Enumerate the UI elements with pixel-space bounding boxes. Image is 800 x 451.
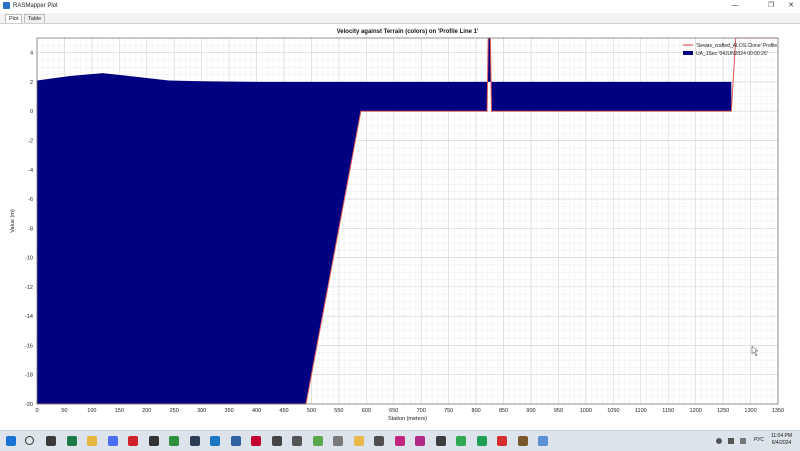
- y-axis-label: Value (m): [10, 209, 16, 233]
- chart[interactable]: 0 50 100 150 200 250 300 350 400 450 500 550 600 650 7…: [0, 24, 800, 428]
- x-tick-label: 500: [307, 408, 316, 414]
- x-tick-label: 400: [252, 408, 261, 414]
- ras-mapper-icon[interactable]: [538, 436, 548, 446]
- terminal-icon[interactable]: [189, 436, 200, 446]
- maximize-button[interactable]: ❐: [760, 0, 782, 12]
- folder-icon[interactable]: [353, 436, 364, 446]
- language-indicator[interactable]: РУС: [754, 437, 764, 443]
- bluestacks-icon[interactable]: [230, 436, 241, 446]
- windows-start-icon[interactable]: [6, 436, 16, 446]
- y-tick-label: -16: [25, 343, 33, 349]
- window-titlebar: RASMapper Plot — ❐ ✕: [0, 0, 800, 12]
- x-tick-label: 1250: [717, 408, 729, 414]
- x-tick-label: 1350: [772, 408, 784, 414]
- x-tick-label: 1050: [607, 408, 619, 414]
- app-icon: [3, 2, 10, 9]
- x-tick-label: 850: [499, 408, 508, 414]
- opera-browser-icon[interactable]: [128, 436, 138, 446]
- close-button[interactable]: ✕: [780, 0, 800, 12]
- x-axis-label: Station (meters): [388, 416, 427, 422]
- clock-time: 11:04 PM: [770, 433, 792, 439]
- notepad-icon[interactable]: [333, 436, 343, 446]
- y-tick-label: -18: [25, 373, 33, 379]
- chart-title: Velocity against Terrain (colors) on 'Pr…: [337, 29, 479, 35]
- media-app-icon[interactable]: [435, 436, 446, 446]
- y-tick-label: -14: [25, 314, 33, 320]
- spreadsheet-app-icon[interactable]: [66, 436, 77, 446]
- chat-green-icon[interactable]: [476, 436, 487, 446]
- y-tick-label: -2: [28, 138, 33, 144]
- x-tick-label: 750: [444, 408, 453, 414]
- tab-table[interactable]: Table: [24, 14, 46, 23]
- x-tick-label: 1300: [744, 408, 756, 414]
- search-icon[interactable]: [25, 436, 34, 445]
- wifi-icon[interactable]: [716, 438, 722, 444]
- x-tick-label: 250: [170, 408, 179, 414]
- x-tick-label: 200: [142, 408, 151, 414]
- file-explorer-icon[interactable]: [87, 436, 97, 446]
- x-tick-label: 0: [35, 408, 38, 414]
- settings-app-icon[interactable]: [374, 436, 384, 446]
- x-tick-label: 1200: [690, 408, 702, 414]
- x-tick-label: 600: [362, 408, 371, 414]
- clock-date: 6/4/2024: [771, 440, 792, 446]
- x-tick-label: 1100: [635, 408, 647, 414]
- plot-panel: 0 50 100 150 200 250 300 350 400 450 500 550 600 650 7…: [0, 24, 800, 428]
- task-view-icon[interactable]: [46, 436, 56, 446]
- x-tick-label: 550: [334, 408, 343, 414]
- qgis-icon[interactable]: [312, 436, 323, 446]
- game-app-icon[interactable]: [148, 436, 159, 446]
- y-tick-label: -20: [25, 402, 33, 408]
- camera-app-icon[interactable]: [292, 436, 302, 446]
- tab-plot[interactable]: Plot: [5, 14, 23, 23]
- y-tick-label: -4: [28, 168, 33, 174]
- legend-entry: UA_1Sec '04JUN2024 00:00:25': [696, 51, 768, 57]
- x-tick-label: 950: [554, 408, 563, 414]
- legend-entry: 'Sewas_crafted_ALOS.Clone' Profile: [696, 43, 777, 49]
- y-tick-label: 4: [30, 51, 33, 57]
- x-tick-label: 800: [472, 408, 481, 414]
- taskbar: РУС 11:04 PM 6/4/2024: [0, 430, 800, 451]
- x-tick-label: 150: [115, 408, 124, 414]
- jetbrains-app-icon[interactable]: [394, 436, 405, 446]
- y-tick-label: 2: [30, 80, 33, 86]
- y-tick-label: 0: [30, 109, 33, 115]
- chrome-like-icon[interactable]: [456, 436, 466, 446]
- x-tick-label: 1150: [662, 408, 674, 414]
- x-tick-label: 300: [197, 408, 206, 414]
- record-app-icon[interactable]: [497, 436, 507, 446]
- y-tick-label: -6: [28, 197, 33, 203]
- x-tick-label: 700: [417, 408, 426, 414]
- jetbrains-app-2-icon[interactable]: [415, 436, 425, 446]
- x-tick-label: 450: [279, 408, 288, 414]
- minimize-button[interactable]: —: [724, 0, 746, 12]
- green-app-icon[interactable]: [169, 436, 179, 446]
- x-tick-label: 100: [87, 408, 96, 414]
- y-tick-label: -12: [25, 285, 33, 291]
- speaker-icon[interactable]: [728, 438, 734, 444]
- tab-bar: Plot Table: [0, 13, 800, 24]
- chat-app-icon[interactable]: [107, 436, 118, 446]
- edge-browser-icon[interactable]: [210, 436, 220, 446]
- x-tick-label: 650: [389, 408, 398, 414]
- angular-app-icon[interactable]: [251, 436, 261, 446]
- clock[interactable]: 11:04 PM 6/4/2024: [771, 433, 792, 447]
- x-tick-label: 900: [526, 408, 535, 414]
- legend-swatch: [683, 51, 693, 55]
- y-tick-label: -10: [25, 256, 33, 262]
- y-tick-label: -8: [28, 226, 33, 232]
- hec-ras-icon[interactable]: [517, 436, 528, 446]
- battery-icon[interactable]: [740, 438, 746, 444]
- x-tick-label: 50: [61, 408, 67, 414]
- x-tick-label: 1000: [580, 408, 592, 414]
- x-tick-label: 350: [225, 408, 234, 414]
- window-title: RASMapper Plot: [13, 3, 58, 9]
- photos-app-icon[interactable]: [271, 436, 282, 446]
